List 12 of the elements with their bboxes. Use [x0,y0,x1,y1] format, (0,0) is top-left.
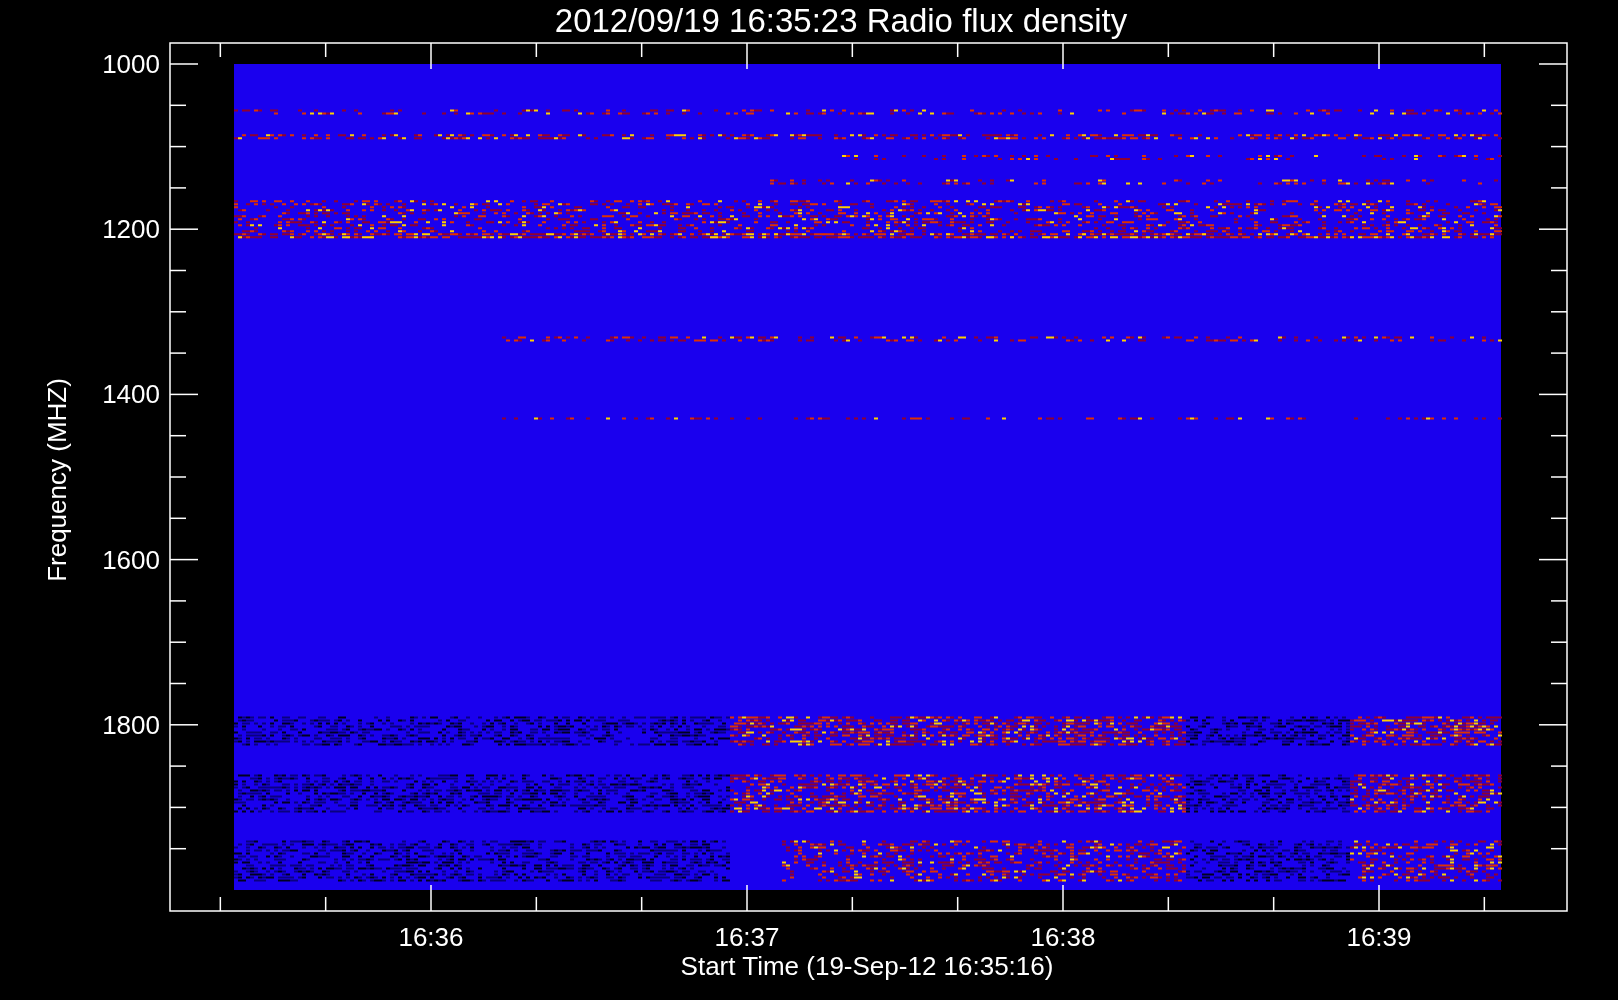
axis-tick-label: 1200 [102,214,160,245]
axis-tick-label: 1400 [102,379,160,410]
axis-tick-label: 16:38 [1030,922,1096,952]
axis-tick-label: 16:37 [714,922,780,952]
chart-title: 2012/09/19 16:35:23 Radio flux density [554,2,1128,39]
x-axis-title: Start Time (19-Sep-12 16:35:16) [680,951,1054,981]
axis-tick-label: 16:39 [1346,922,1412,952]
axis-tick-label: 1800 [102,709,160,740]
y-axis-title: Frequency (MHZ) [42,378,72,582]
axis-tick-label: 1600 [102,544,160,575]
axis-tick-label: 1000 [102,49,160,79]
axis-tick-label: 16:36 [398,922,464,952]
